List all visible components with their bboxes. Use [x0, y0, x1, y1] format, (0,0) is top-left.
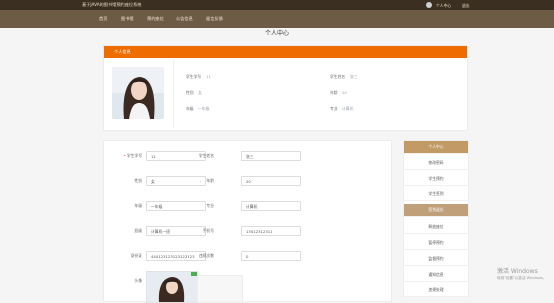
profile-photo [112, 67, 164, 119]
profile-label-major: 专业 [330, 106, 338, 111]
main-nav: 首页 图书馆 预约座位 公告信息 留言反馈 [0, 10, 554, 28]
profile-value-age: 20 [342, 90, 347, 95]
nav-feedback[interactable]: 留言反馈 [206, 10, 223, 28]
label-grade: 年级 [134, 203, 142, 208]
user-center-sidebar: 个人中心 修改密码 学生预约 学生签到 签到退出 释放座位 暂停预约 监督预约 … [403, 140, 469, 297]
user-avatar[interactable] [426, 2, 432, 8]
profile-card: 个人信息 学生学号 11 学生姓名 张三 性别 女 年龄 20 年级 一年级 专… [103, 45, 468, 131]
top-bar: 基于JAVA的图书馆预约座位系统 个人中心 退出 [0, 0, 554, 10]
age-input[interactable]: 20 [241, 176, 301, 186]
sidebar-item-student-reservation[interactable]: 学生预约 [404, 173, 468, 186]
profile-header: 个人信息 [104, 46, 467, 58]
app-title: 基于JAVA的图书馆预约座位系统 [82, 2, 142, 7]
major-input[interactable]: 计算机 [241, 201, 301, 211]
profile-value-major: 计算机 [342, 106, 354, 111]
sidebar-item-violation-handling[interactable]: 违规处理 [404, 284, 468, 297]
sidebar-item-supervise-reservation[interactable]: 监督预约 [404, 253, 468, 266]
label-student-name: 学生姓名 [198, 153, 214, 158]
sidebar-item-change-password[interactable]: 修改密码 [404, 157, 468, 170]
logout-link[interactable]: 退出 [462, 3, 470, 9]
profile-divider [173, 60, 174, 128]
profile-value-grade: 一年级 [198, 106, 210, 111]
profile-edit-form: * 学生学号 11 学生姓名 张三 性别 女 ⌄ 年龄 20 年级 一年级 专业 … [103, 140, 392, 303]
profile-value-gender: 女 [198, 90, 202, 95]
phone-input[interactable]: 13012312311 [241, 226, 301, 236]
profile-value-student-id: 11 [206, 74, 211, 79]
label-id-card: 身份证 [130, 253, 142, 258]
sidebar-item-student-checkin[interactable]: 学生签到 [404, 188, 468, 201]
nav-announcements[interactable]: 公告信息 [176, 10, 193, 28]
watermark-line-1: 激活 Windows [497, 268, 538, 275]
upload-area[interactable] [197, 275, 243, 303]
student-name-input[interactable]: 张三 [241, 151, 301, 161]
sidebar-header: 个人中心 [404, 141, 468, 154]
nav-library[interactable]: 图书馆 [121, 10, 134, 28]
windows-activation-watermark: 激活 Windows 转到"设置"以激活 Windows。 [497, 266, 546, 281]
nav-home[interactable]: 首页 [99, 10, 107, 28]
sidebar-item-checkin-exit[interactable]: 签到退出 [404, 204, 468, 217]
label-major: 专业 [206, 203, 214, 208]
avatar-upload-preview[interactable] [146, 271, 198, 303]
profile-label-student-id: 学生学号 [186, 74, 202, 79]
label-avatar: 头像 [134, 278, 142, 283]
nav-reserve-seat[interactable]: 预约座位 [147, 10, 164, 28]
sidebar-item-notifications[interactable]: 通知信息 [404, 269, 468, 282]
label-phone: 手机号 [202, 228, 214, 233]
profile-header-label: 个人信息 [114, 48, 131, 54]
page-title: 个人中心 [264, 30, 289, 37]
label-class: 班级 [134, 228, 142, 233]
watermark-line-2: 转到"设置"以激活 Windows。 [497, 276, 547, 280]
profile-label-gender: 性别 [186, 90, 194, 95]
label-violations: 违规次数 [198, 253, 214, 258]
violations-input[interactable]: 0 [241, 251, 301, 261]
sidebar-item-release-seat[interactable]: 释放座位 [404, 221, 468, 234]
label-gender: 性别 [134, 178, 142, 183]
profile-label-age: 年龄 [330, 90, 338, 95]
profile-label-grade: 年级 [186, 106, 194, 111]
profile-value-student-name: 张三 [350, 74, 358, 79]
sidebar-item-pause-reservation[interactable]: 暂停预约 [404, 237, 468, 250]
user-center-link[interactable]: 个人中心 [436, 3, 451, 9]
label-student-id: * 学生学号 [123, 153, 142, 158]
label-age: 年龄 [206, 178, 214, 183]
profile-label-student-name: 学生姓名 [330, 74, 346, 79]
